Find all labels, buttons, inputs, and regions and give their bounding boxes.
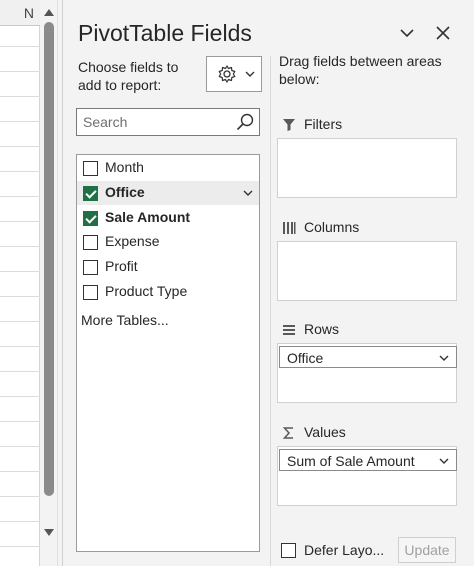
grid-line <box>0 146 40 147</box>
choose-fields-label: Choose fields to add to report: <box>78 59 179 93</box>
update-button[interactable]: Update <box>398 537 456 563</box>
scroll-up-icon[interactable] <box>44 9 54 16</box>
sigma-icon <box>282 427 293 439</box>
scroll-down-icon[interactable] <box>44 529 54 536</box>
scroll-thumb[interactable] <box>44 22 54 496</box>
filter-icon <box>283 119 295 131</box>
chevron-down-icon[interactable] <box>439 456 449 466</box>
grid-line <box>0 296 40 297</box>
pane-divider[interactable] <box>62 0 63 566</box>
search-icon[interactable] <box>235 112 255 132</box>
field-item-expense[interactable]: Expense <box>77 230 259 254</box>
rows-icon <box>283 325 295 335</box>
chip-label: Sum of Sale Amount <box>287 453 415 469</box>
field-checkbox[interactable] <box>83 260 98 275</box>
grid-line <box>0 521 40 522</box>
grid-line <box>0 46 40 47</box>
field-label: Product Type <box>105 283 188 299</box>
grid-line <box>0 221 40 222</box>
field-checkbox[interactable] <box>83 211 98 226</box>
field-item-product-type[interactable]: Product Type <box>77 280 259 304</box>
search-input[interactable] <box>83 113 233 131</box>
search-box[interactable] <box>76 108 260 136</box>
chip-label: Office <box>287 350 324 366</box>
chevron-down-icon[interactable] <box>439 353 449 363</box>
column-header-label: N <box>23 5 34 21</box>
field-checkbox[interactable] <box>83 285 98 300</box>
chevron-down-icon[interactable] <box>243 188 253 198</box>
field-label: Profit <box>105 258 138 274</box>
field-item-profit[interactable]: Profit <box>77 255 259 279</box>
grid-line <box>0 371 40 372</box>
task-pane-options-icon[interactable] <box>398 24 416 42</box>
grid-line <box>0 346 40 347</box>
grid-line <box>0 446 40 447</box>
grid-line <box>0 496 40 497</box>
areas-divider <box>270 56 271 566</box>
more-tables-link[interactable]: More Tables... <box>81 312 169 328</box>
drag-fields-label: Drag fields between areas below: <box>279 53 442 87</box>
vertical-scrollbar[interactable] <box>40 0 58 566</box>
field-item-office[interactable]: Office <box>77 181 259 205</box>
columns-label: Columns <box>304 219 360 235</box>
columns-icon <box>283 222 296 234</box>
grid-line <box>0 171 40 172</box>
column-header[interactable]: N <box>0 0 40 26</box>
grid-line <box>0 271 40 272</box>
grid-line <box>0 321 40 322</box>
chevron-down-icon <box>245 71 255 77</box>
grid-line <box>0 96 40 97</box>
field-checkbox[interactable] <box>83 235 98 250</box>
gear-icon <box>218 65 236 83</box>
rows-label: Rows <box>304 321 340 337</box>
grid-line <box>0 546 40 547</box>
field-label: Sale Amount <box>105 209 191 225</box>
values-field-chip[interactable]: Sum of Sale Amount <box>279 449 457 471</box>
grid-line <box>0 471 40 472</box>
tools-button[interactable] <box>206 56 262 92</box>
close-icon[interactable] <box>434 24 452 42</box>
grid-line <box>0 246 40 247</box>
defer-layout-checkbox[interactable] <box>281 543 296 558</box>
grid-line <box>0 396 40 397</box>
field-label: Expense <box>105 233 160 249</box>
field-list[interactable]: Month Office Sale Amount Expense Profit … <box>76 154 260 552</box>
grid-line <box>0 71 40 72</box>
defer-layout-label: Defer Layo... <box>304 542 385 558</box>
grid-line <box>0 121 40 122</box>
field-item-month[interactable]: Month <box>77 156 259 180</box>
rows-field-chip[interactable]: Office <box>279 346 457 368</box>
panel-title: PivotTable Fields <box>78 20 252 46</box>
field-checkbox[interactable] <box>83 186 98 201</box>
grid-line <box>0 421 40 422</box>
spreadsheet-sliver[interactable]: N <box>0 0 40 566</box>
field-checkbox[interactable] <box>83 161 98 176</box>
field-label: Office <box>105 184 145 200</box>
field-label: Month <box>105 159 144 175</box>
field-item-sale-amount[interactable]: Sale Amount <box>77 206 259 230</box>
columns-drop-zone[interactable] <box>277 241 457 301</box>
values-label: Values <box>304 424 346 440</box>
filters-label: Filters <box>304 116 343 132</box>
filters-drop-zone[interactable] <box>277 138 457 198</box>
grid-line <box>0 196 40 197</box>
